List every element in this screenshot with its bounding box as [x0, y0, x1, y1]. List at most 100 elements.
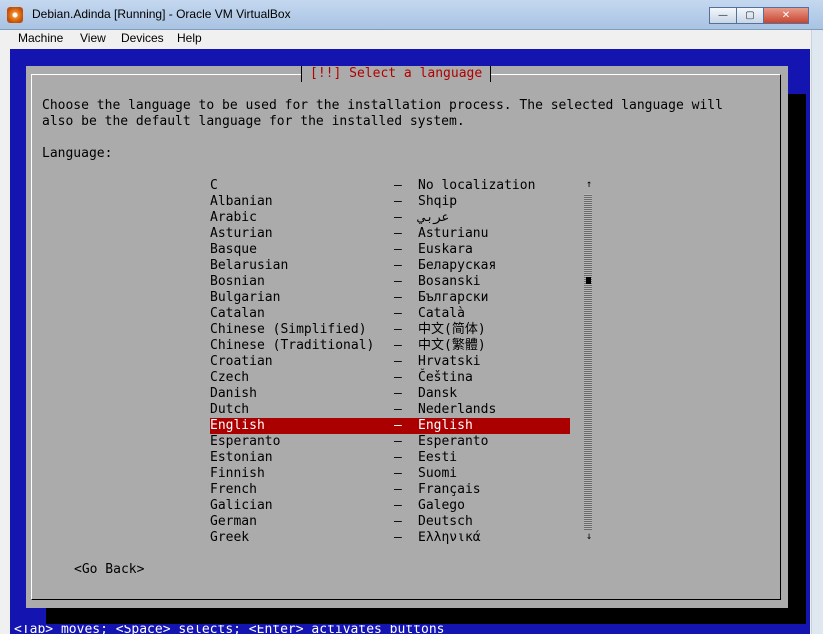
- language-separator: –: [394, 370, 402, 385]
- language-row[interactable]: German – Deutsch: [210, 514, 570, 530]
- language-separator: –: [394, 290, 402, 305]
- language-row[interactable]: C – No localization: [210, 178, 570, 194]
- language-native-name: Français: [418, 482, 481, 497]
- language-name: Estonian: [210, 450, 273, 465]
- close-button[interactable]: ✕: [763, 7, 809, 24]
- language-row[interactable]: Catalan – Català: [210, 306, 570, 322]
- window-controls: — ▢ ✕: [709, 7, 809, 24]
- menu-view[interactable]: View: [80, 31, 106, 45]
- language-separator: –: [394, 530, 402, 545]
- language-native-name: No localization: [418, 178, 536, 193]
- language-name: Greek: [210, 530, 250, 545]
- language-native-name: Galego: [418, 498, 465, 513]
- language-separator: –: [394, 338, 402, 353]
- language-native-name: Čeština: [418, 370, 473, 385]
- language-native-name: 中文(简体): [418, 322, 486, 337]
- language-label: Language:: [42, 146, 113, 161]
- window-titlebar[interactable]: Debian.Adinda [Running] - Oracle VM Virt…: [0, 0, 823, 30]
- window-title: Debian.Adinda [Running] - Oracle VM Virt…: [32, 7, 291, 21]
- language-separator: –: [394, 226, 402, 241]
- menu-help[interactable]: Help: [177, 31, 202, 45]
- scroll-down-arrow-icon[interactable]: ↓: [584, 530, 594, 544]
- virtualbox-app-icon: [7, 7, 23, 23]
- language-row-selected[interactable]: English – English: [210, 418, 570, 434]
- language-native-name: Беларуская: [418, 258, 497, 273]
- select-language-dialog: [!!] Select a language Choose the langua…: [26, 66, 788, 608]
- menu-machine[interactable]: Machine: [18, 31, 63, 45]
- status-help-text: <Tab> moves; <Space> selects; <Enter> ac…: [14, 625, 445, 634]
- language-name: Danish: [210, 386, 257, 401]
- window-edge: [811, 30, 823, 634]
- language-row[interactable]: Dutch – Nederlands: [210, 402, 570, 418]
- language-separator: –: [394, 242, 402, 257]
- language-separator: –: [394, 306, 402, 321]
- language-row[interactable]: Asturian – Asturianu: [210, 226, 570, 242]
- dialog-description-line1: Choose the language to be used for the i…: [42, 98, 723, 113]
- minimize-button[interactable]: —: [709, 7, 737, 24]
- language-row[interactable]: Croatian – Hrvatski: [210, 354, 570, 370]
- language-native-name: 中文(繁體): [418, 338, 486, 353]
- language-name: German: [210, 514, 257, 529]
- menu-bar: Machine View Devices Help: [0, 30, 823, 48]
- language-native-name: Hrvatski: [418, 354, 481, 369]
- language-row[interactable]: Albanian – Shqip: [210, 194, 570, 210]
- menu-devices[interactable]: Devices: [121, 31, 164, 45]
- language-row[interactable]: Chinese (Simplified) – 中文(简体): [210, 322, 570, 338]
- maximize-button[interactable]: ▢: [736, 7, 764, 24]
- language-row[interactable]: Arabic – عربي: [210, 210, 570, 226]
- go-back-button[interactable]: <Go Back>: [74, 562, 144, 578]
- language-name: Finnish: [210, 466, 265, 481]
- language-name: Galician: [210, 498, 273, 513]
- language-name: Bosnian: [210, 274, 265, 289]
- scroll-up-arrow-icon[interactable]: ↑: [584, 178, 594, 192]
- language-row[interactable]: Greek – Ελληνικά: [210, 530, 570, 546]
- language-separator: –: [394, 178, 402, 193]
- language-separator: –: [394, 514, 402, 529]
- language-native-name: Български: [418, 290, 489, 305]
- language-row[interactable]: Bosnian – Bosanski: [210, 274, 570, 290]
- language-native-name: Esperanto: [418, 434, 489, 449]
- language-name: Belarusian: [210, 258, 289, 273]
- language-separator: –: [394, 354, 402, 369]
- dialog-title: [!!] Select a language: [301, 66, 492, 82]
- language-native-name: Deutsch: [418, 514, 473, 529]
- language-name: English: [210, 418, 265, 433]
- language-row[interactable]: Finnish – Suomi: [210, 466, 570, 482]
- language-name: Bulgarian: [210, 290, 281, 305]
- language-native-name: English: [418, 418, 473, 433]
- language-separator: –: [394, 466, 402, 481]
- language-row[interactable]: Belarusian – Беларуская: [210, 258, 570, 274]
- language-row[interactable]: French – Français: [210, 482, 570, 498]
- language-name: Albanian: [210, 194, 273, 209]
- language-native-name: Asturianu: [418, 226, 489, 241]
- language-separator: –: [394, 482, 402, 497]
- language-row[interactable]: Estonian – Eesti: [210, 450, 570, 466]
- language-name: Dutch: [210, 402, 250, 417]
- language-name: Esperanto: [210, 434, 281, 449]
- language-separator: –: [394, 210, 402, 225]
- language-name: French: [210, 482, 257, 497]
- dialog-description-line2: also be the default language for the ins…: [42, 114, 465, 129]
- scrollbar-thumb[interactable]: [586, 277, 591, 284]
- scrollbar-track[interactable]: [584, 194, 592, 530]
- language-native-name: Ελληνικά: [418, 530, 481, 545]
- language-native-name: Nederlands: [418, 402, 497, 417]
- language-separator: –: [394, 274, 402, 289]
- language-name: Asturian: [210, 226, 273, 241]
- language-separator: –: [394, 322, 402, 337]
- language-row[interactable]: Galician – Galego: [210, 498, 570, 514]
- language-row[interactable]: Chinese (Traditional) – 中文(繁體): [210, 338, 570, 354]
- language-separator: –: [394, 258, 402, 273]
- language-native-name: Suomi: [418, 466, 458, 481]
- language-separator: –: [394, 450, 402, 465]
- language-separator: –: [394, 498, 402, 513]
- language-native-name: Català: [418, 306, 465, 321]
- language-native-name: عربي: [418, 210, 450, 225]
- language-row[interactable]: Czech – Čeština: [210, 370, 570, 386]
- language-name: Catalan: [210, 306, 265, 321]
- language-separator: –: [394, 402, 402, 417]
- language-row[interactable]: Esperanto – Esperanto: [210, 434, 570, 450]
- language-row[interactable]: Basque – Euskara: [210, 242, 570, 258]
- language-row[interactable]: Bulgarian – Български: [210, 290, 570, 306]
- language-row[interactable]: Danish – Dansk: [210, 386, 570, 402]
